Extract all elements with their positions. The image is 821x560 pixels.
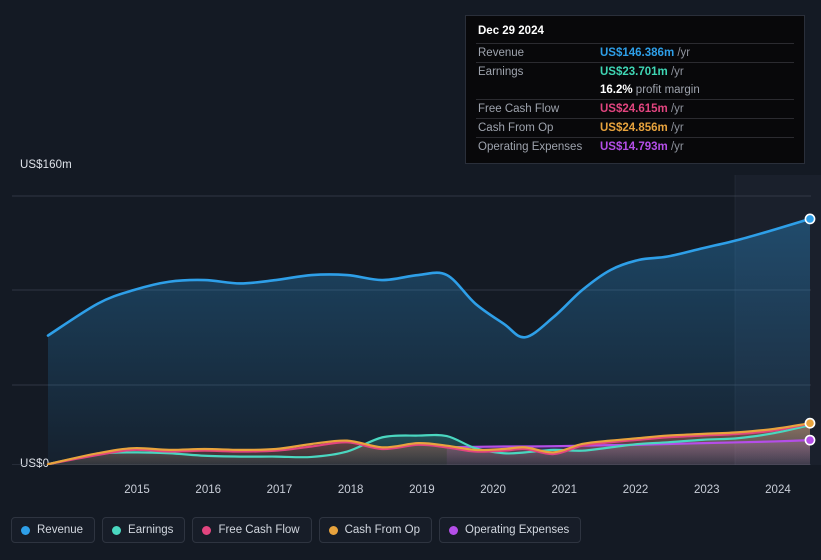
legend-color-dot-icon [21, 525, 30, 535]
tooltip-value-unit: /yr [667, 141, 684, 153]
x-axis-tick-2015: 2015 [124, 484, 150, 496]
tooltip-row: Operating Expenses US$14.793m /yr [476, 137, 794, 156]
legend-color-dot-icon [202, 525, 212, 535]
tooltip-row-label: Earnings [476, 62, 598, 81]
tooltip-value-amount: US$146.386m [600, 47, 675, 59]
legend-item-earnings[interactable]: Earnings [102, 517, 186, 543]
profit-margin-percent: 16.2% [600, 84, 633, 96]
legend-item-label: Revenue [37, 524, 84, 536]
x-axis-tick-2022: 2022 [622, 484, 649, 496]
chart-plot-area [0, 175, 821, 465]
x-axis-tick-2024: 2024 [765, 484, 791, 496]
tooltip-value-unit: /yr [667, 66, 684, 78]
tooltip-row-label: Free Cash Flow [476, 99, 598, 119]
x-axis-tick-2020: 2020 [480, 484, 506, 496]
legend-item-label: Free Cash Flow [218, 524, 300, 536]
x-axis-tick-2021: 2021 [551, 484, 578, 496]
tooltip-row-value: US$24.856m /yr [598, 118, 794, 138]
tooltip-row: Revenue US$146.386m /yr [476, 43, 794, 63]
tooltip-row-label: Cash From Op [476, 118, 598, 138]
tooltip-row-label: Operating Expenses [476, 137, 598, 156]
tooltip-row: Cash From Op US$24.856m /yr [476, 118, 794, 138]
tooltip-profit-margin-spacer [476, 81, 598, 100]
chart-svg [12, 175, 821, 465]
legend-item-free-cash-flow[interactable]: Free Cash Flow [192, 517, 312, 543]
legend-item-cash-from-op[interactable]: Cash From Op [318, 517, 433, 543]
tooltip-value-unit: /yr [667, 103, 684, 115]
legend-item-label: Operating Expenses [465, 524, 570, 536]
endpoint-marker-revenue [804, 213, 816, 225]
x-axis-tick-2017: 2017 [266, 484, 293, 496]
x-axis: 2015 2016 2017 2018 2019 2020 2021 2022 2023 2024 [0, 484, 821, 502]
x-axis-tick-2019: 2019 [409, 484, 435, 496]
legend-color-dot-icon [112, 525, 122, 535]
tooltip-table: Revenue US$146.386m /yr Earnings US$23.701m… [476, 43, 794, 156]
tooltip-value-amount: US$24.856m [600, 122, 668, 134]
tooltip-value-unit: /yr [674, 47, 691, 59]
tooltip-value-unit: /yr [667, 122, 684, 134]
tooltip-profit-margin-row: 16.2% profit margin [476, 81, 794, 100]
chart-legend: Revenue Earnings Free Cash Flow Cash From O… [11, 517, 582, 543]
endpoint-marker-operating-expenses [804, 434, 816, 446]
x-axis-tick-2016: 2016 [195, 484, 222, 496]
tooltip-row: Free Cash Flow US$24.615m /yr [476, 99, 794, 119]
tooltip-value-amount: US$23.701m [600, 66, 668, 78]
legend-item-revenue[interactable]: Revenue [11, 517, 96, 543]
legend-item-operating-expenses[interactable]: Operating Expenses [439, 517, 582, 543]
tooltip-row-value: US$14.793m /yr [598, 137, 794, 156]
endpoint-marker-cash-from-op [804, 417, 816, 429]
legend-color-dot-icon [449, 525, 459, 535]
tooltip-row-value: US$146.386m /yr [598, 43, 794, 63]
legend-item-label: Cash From Op [344, 524, 421, 536]
tooltip-row: Earnings US$23.701m /yr [476, 62, 794, 81]
profit-margin-caption: profit margin [632, 84, 700, 96]
tooltip-profit-margin-value: 16.2% profit margin [598, 81, 794, 100]
tooltip-value-amount: US$24.615m [600, 103, 668, 115]
tooltip-row-value: US$24.615m /yr [598, 99, 794, 119]
tooltip-value-amount: US$14.793m [600, 141, 668, 153]
area-revenue [48, 218, 810, 465]
x-axis-tick-2018: 2018 [337, 484, 364, 496]
tooltip-row-label: Revenue [476, 43, 598, 63]
x-axis-tick-2023: 2023 [693, 484, 720, 496]
legend-color-dot-icon [328, 525, 338, 535]
tooltip-date: Dec 29 2024 [478, 25, 544, 37]
y-axis-top-label: US$160m [20, 159, 72, 171]
revenue-earnings-chart: US$160m US$0 2015 2016 2017 2018 2019 2020 202… [0, 0, 821, 560]
legend-item-label: Earnings [128, 524, 174, 536]
data-tooltip: Dec 29 2024 Revenue US$146.386m /yr Earnin… [465, 15, 805, 164]
tooltip-row-value: US$23.701m /yr [598, 62, 794, 81]
